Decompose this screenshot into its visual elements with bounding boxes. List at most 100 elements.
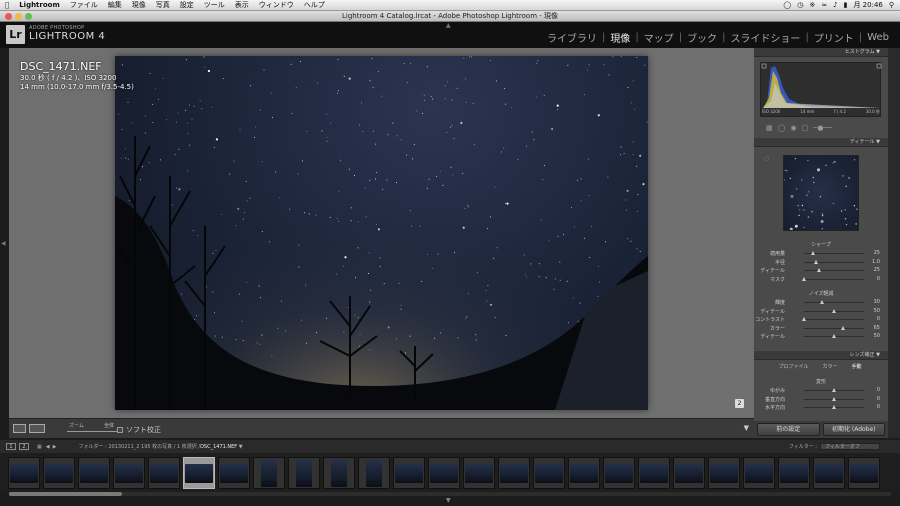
- detail-zoom-preview[interactable]: [783, 155, 859, 231]
- slider-track[interactable]: [804, 261, 864, 263]
- slider-row[interactable]: 輝度 30: [758, 299, 882, 306]
- graduated-filter-icon[interactable]: ▢: [802, 124, 809, 132]
- menu-develop[interactable]: 現像: [127, 0, 151, 10]
- filmstrip-thumbnail[interactable]: [288, 457, 320, 489]
- bluetooth-icon[interactable]: ※: [809, 1, 815, 9]
- module-library[interactable]: ライブラリ: [542, 30, 602, 45]
- top-panel-toggle-icon[interactable]: ▲: [446, 22, 451, 29]
- slider-track[interactable]: [804, 278, 864, 280]
- slider-row[interactable]: カラー 65: [758, 325, 882, 332]
- loupe-view-button[interactable]: [13, 424, 26, 433]
- filmstrip-thumbnail[interactable]: [463, 457, 495, 489]
- filmstrip-thumbnail[interactable]: [113, 457, 145, 489]
- filmstrip-scroll-thumb[interactable]: [9, 492, 122, 496]
- time-machine-icon[interactable]: ◷: [797, 1, 803, 9]
- slider-knob[interactable]: [820, 300, 824, 304]
- slider-row[interactable]: ディテール 25: [758, 267, 882, 274]
- filmstrip-thumbnail[interactable]: [358, 457, 390, 489]
- slider-track[interactable]: [804, 270, 864, 271]
- search-icon[interactable]: ⚲: [889, 1, 894, 9]
- filmstrip-thumbnail[interactable]: [428, 457, 460, 489]
- slider-value[interactable]: 50: [866, 333, 880, 339]
- filmstrip-thumbnail[interactable]: [603, 457, 635, 489]
- filmstrip-thumbnail[interactable]: [638, 457, 670, 489]
- adjustment-brush-icon[interactable]: ─●──: [813, 124, 832, 132]
- slider-knob[interactable]: [832, 388, 836, 392]
- slider-value[interactable]: 50: [866, 308, 880, 314]
- slider-knob[interactable]: [802, 276, 806, 281]
- filmstrip-thumbnail[interactable]: [78, 457, 110, 489]
- histogram-header[interactable]: ヒストグラム ▼: [754, 48, 888, 57]
- detail-target-icon[interactable]: ○: [764, 155, 769, 162]
- toolbar-menu-icon[interactable]: ▼: [744, 424, 749, 432]
- module-develop[interactable]: 現像: [605, 30, 635, 45]
- crop-tool-icon[interactable]: ▦: [766, 124, 773, 132]
- slider-row[interactable]: 適用量 25: [758, 250, 882, 257]
- battery-icon[interactable]: ▮: [844, 1, 848, 9]
- tab-manual[interactable]: 手動: [852, 363, 862, 370]
- module-print[interactable]: プリント: [809, 30, 859, 45]
- tab-color[interactable]: カラー: [822, 363, 837, 370]
- filmstrip-thumbnail[interactable]: [533, 457, 565, 489]
- menu-help[interactable]: ヘルプ: [299, 0, 330, 10]
- filmstrip-thumbnail[interactable]: [673, 457, 705, 489]
- filmstrip-thumbnail[interactable]: [218, 457, 250, 489]
- minimize-button[interactable]: [15, 13, 22, 20]
- slider-row[interactable]: ゆがみ 0: [758, 387, 882, 394]
- slider-track[interactable]: [804, 302, 864, 303]
- slider-value[interactable]: 25: [866, 267, 880, 273]
- module-book[interactable]: ブック: [682, 30, 722, 45]
- softproof-toggle[interactable]: ソフト校正: [117, 425, 161, 435]
- grid-icon[interactable]: ▦: [37, 444, 42, 450]
- menu-lightroom[interactable]: Lightroom: [14, 1, 65, 9]
- module-map[interactable]: マップ: [639, 30, 679, 45]
- slider-value[interactable]: 0: [866, 316, 880, 322]
- filmstrip-scrollbar[interactable]: [9, 492, 891, 496]
- zoom-slider[interactable]: [67, 431, 122, 432]
- previous-settings-button[interactable]: 前の設定: [757, 423, 820, 436]
- slider-value[interactable]: 30: [866, 299, 880, 305]
- slider-value[interactable]: 0: [866, 396, 880, 402]
- apple-icon[interactable]: : [0, 1, 14, 9]
- clipping-indicator-icon[interactable]: 2: [735, 399, 744, 408]
- filmstrip-thumbnail[interactable]: [813, 457, 845, 489]
- slider-knob[interactable]: [832, 334, 836, 338]
- slider-knob[interactable]: [802, 317, 806, 321]
- slider-value[interactable]: 0: [866, 276, 880, 282]
- spot-removal-icon[interactable]: ◯: [778, 124, 786, 132]
- slider-row[interactable]: マスク 0: [758, 276, 882, 283]
- page-2-button[interactable]: 2: [19, 443, 29, 450]
- menu-photo[interactable]: 写真: [151, 0, 175, 10]
- filmstrip-thumbnail[interactable]: [743, 457, 775, 489]
- slider-knob[interactable]: [817, 268, 821, 272]
- filmstrip-thumbnail[interactable]: [148, 457, 180, 489]
- detail-header[interactable]: ディテール ▼: [754, 138, 888, 147]
- filmstrip-thumbnail[interactable]: [708, 457, 740, 489]
- slider-value[interactable]: 0: [866, 404, 880, 410]
- slider-knob[interactable]: [832, 396, 836, 401]
- slider-row[interactable]: コントラスト 0: [755, 316, 882, 323]
- forward-arrow-icon[interactable]: ▶: [53, 444, 57, 450]
- menu-edit[interactable]: 編集: [103, 0, 127, 10]
- redeye-icon[interactable]: ◉: [790, 124, 796, 132]
- menu-file[interactable]: ファイル: [65, 0, 103, 10]
- filmstrip-thumbnail[interactable]: [8, 457, 40, 489]
- back-arrow-icon[interactable]: ◀: [46, 444, 50, 450]
- filter-dropdown[interactable]: フィルターオフ: [820, 443, 880, 450]
- slider-row[interactable]: 半径 1.0: [758, 259, 882, 266]
- filmstrip-thumbnail[interactable]: [568, 457, 600, 489]
- page-1-button[interactable]: 1: [6, 443, 16, 450]
- filmstrip-thumbnail[interactable]: [43, 457, 75, 489]
- filmstrip-thumbnail[interactable]: [848, 457, 880, 489]
- menu-settings[interactable]: 設定: [175, 0, 199, 10]
- slider-track[interactable]: [804, 327, 864, 329]
- menu-window[interactable]: ウィンドウ: [254, 0, 299, 10]
- slider-value[interactable]: 0: [866, 387, 880, 393]
- module-slideshow[interactable]: スライドショー: [725, 30, 805, 45]
- slider-row[interactable]: ディテール 50: [758, 308, 882, 315]
- filmstrip-thumbnail[interactable]: [778, 457, 810, 489]
- menu-view[interactable]: 表示: [230, 0, 254, 10]
- menu-tools[interactable]: ツール: [199, 0, 230, 10]
- filmstrip-thumbnail[interactable]: [323, 457, 355, 489]
- slider-knob[interactable]: [814, 259, 818, 264]
